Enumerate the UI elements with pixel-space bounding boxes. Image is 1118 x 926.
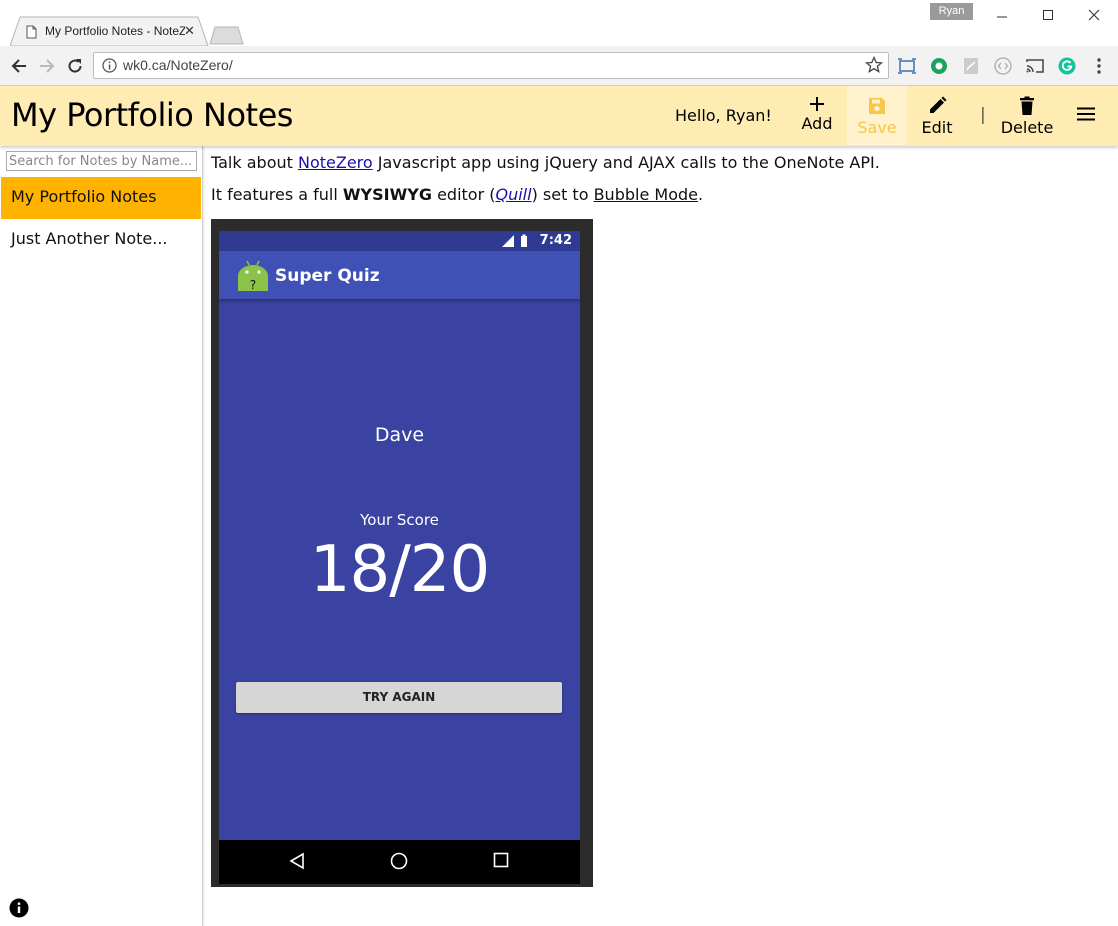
note-item-label: Just Another Note... xyxy=(11,229,168,248)
address-bar[interactable]: wk0.ca/NoteZero/ xyxy=(93,52,889,79)
screenshot-icon xyxy=(898,58,916,74)
back-button[interactable] xyxy=(9,56,29,76)
arrow-right-icon xyxy=(40,59,55,73)
quill-link[interactable]: Quill xyxy=(495,185,531,204)
text-span: Talk about xyxy=(211,153,298,172)
header-separator: | xyxy=(980,105,986,125)
extension-grammarly-button[interactable] xyxy=(1057,56,1077,76)
code-circle-icon xyxy=(994,57,1012,75)
text-span: Javascript app using jQuery and AJAX cal… xyxy=(372,153,880,172)
browser-toolbar: wk0.ca/NoteZero/ xyxy=(0,46,1118,86)
edit-button[interactable]: Edit xyxy=(917,86,957,145)
floppy-disk-icon xyxy=(869,98,885,114)
bookmark-star-icon[interactable] xyxy=(865,56,883,74)
notes-sidebar: My Portfolio Notes Just Another Note... xyxy=(0,146,203,926)
notezero-link[interactable]: NoteZero xyxy=(298,153,373,172)
pencil-icon xyxy=(930,96,947,113)
note-list-item[interactable]: Just Another Note... xyxy=(1,219,201,261)
content-paragraph-1: Talk about NoteZero Javascript app using… xyxy=(211,152,1101,174)
reload-button[interactable] xyxy=(65,56,85,76)
user-greeting: Hello, Ryan! xyxy=(675,106,772,125)
note-list-item[interactable]: My Portfolio Notes xyxy=(1,177,201,219)
delete-label: Delete xyxy=(1000,118,1054,137)
android-logo-icon: ? xyxy=(238,260,268,292)
extension-screenshot-button[interactable] xyxy=(897,56,917,76)
reload-icon xyxy=(68,59,82,73)
cast-button[interactable] xyxy=(1025,56,1045,76)
phone-status-bar: 7:42 xyxy=(219,231,580,251)
extension-pdf-button[interactable] xyxy=(961,56,981,76)
maximize-icon xyxy=(1043,10,1053,20)
note-content[interactable]: Talk about NoteZero Javascript app using… xyxy=(211,152,1101,216)
forward-button[interactable] xyxy=(37,56,57,76)
score-value: 18/20 xyxy=(309,533,490,607)
minimize-icon xyxy=(997,16,1007,18)
text-span: ) set to xyxy=(531,185,594,204)
document-icon xyxy=(26,25,37,39)
hamburger-menu-icon[interactable] xyxy=(1076,106,1096,122)
browser-menu-button[interactable] xyxy=(1089,56,1109,76)
pdf-icon xyxy=(964,58,978,74)
player-name: Dave xyxy=(374,424,425,446)
phone-screenshot: 7:42 ? Super Quiz Dave Your Score 18/20 … xyxy=(211,219,593,887)
note-item-label: My Portfolio Notes xyxy=(11,187,157,206)
kebab-menu-icon xyxy=(1097,58,1101,74)
browser-tab[interactable]: My Portfolio Notes - NoteZero ✕ xyxy=(10,16,210,46)
extension-code-button[interactable] xyxy=(993,56,1013,76)
app-header: My Portfolio Notes Hello, Ryan! Add Save… xyxy=(0,86,1118,146)
new-tab-button[interactable] xyxy=(208,25,244,45)
phone-time: 7:42 xyxy=(539,233,572,248)
recents-square-icon xyxy=(493,852,509,872)
phone-screen: 7:42 ? Super Quiz Dave Your Score 18/20 … xyxy=(219,231,580,884)
close-window-button[interactable] xyxy=(1071,3,1117,27)
add-button[interactable]: Add xyxy=(797,86,837,145)
grammarly-icon xyxy=(1058,57,1076,75)
browser-titlebar: My Portfolio Notes - NoteZero ✕ Ryan xyxy=(0,0,1118,46)
maximize-button[interactable] xyxy=(1025,3,1071,27)
text-span: It features a full xyxy=(211,185,343,204)
phone-app-bar: ? Super Quiz xyxy=(219,251,580,299)
content-paragraph-2: It features a full WYSIWYG editor (Quill… xyxy=(211,184,1101,206)
score-label: Your Score xyxy=(360,511,439,529)
close-icon xyxy=(1088,9,1100,21)
cast-icon xyxy=(1026,59,1044,73)
profile-badge[interactable]: Ryan xyxy=(930,3,973,20)
save-label: Save xyxy=(857,118,897,137)
url-text[interactable]: wk0.ca/NoteZero/ xyxy=(123,57,233,73)
try-again-button: TRY AGAIN xyxy=(236,682,562,713)
trash-icon xyxy=(1020,96,1034,115)
page-title: My Portfolio Notes xyxy=(11,96,293,134)
phone-app-title: Super Quiz xyxy=(275,266,380,286)
text-span: editor ( xyxy=(431,185,496,204)
save-button[interactable]: Save xyxy=(847,86,907,145)
edit-label: Edit xyxy=(921,118,953,137)
phone-nav-bar xyxy=(219,840,580,884)
info-icon[interactable] xyxy=(9,898,29,918)
site-info-icon[interactable] xyxy=(102,58,117,73)
plus-icon xyxy=(810,97,824,111)
home-circle-icon xyxy=(390,852,408,874)
text-span: . xyxy=(697,185,704,204)
svg-text:?: ? xyxy=(250,278,256,292)
tab-close-icon[interactable]: ✕ xyxy=(184,23,195,39)
extension-grammarly-d-button[interactable] xyxy=(929,56,949,76)
delete-button[interactable]: Delete xyxy=(1001,86,1053,145)
green-d-icon xyxy=(931,58,947,74)
minimize-button[interactable] xyxy=(979,3,1025,27)
search-input[interactable] xyxy=(6,151,197,171)
arrow-left-icon xyxy=(11,59,26,73)
tab-title: My Portfolio Notes - NoteZero xyxy=(45,24,185,38)
underlined-text: Bubble Mode xyxy=(593,185,698,204)
back-triangle-icon xyxy=(289,852,305,874)
signal-battery-icon xyxy=(502,234,527,247)
bold-text: WYSIWYG xyxy=(342,185,432,204)
add-label: Add xyxy=(801,114,833,133)
